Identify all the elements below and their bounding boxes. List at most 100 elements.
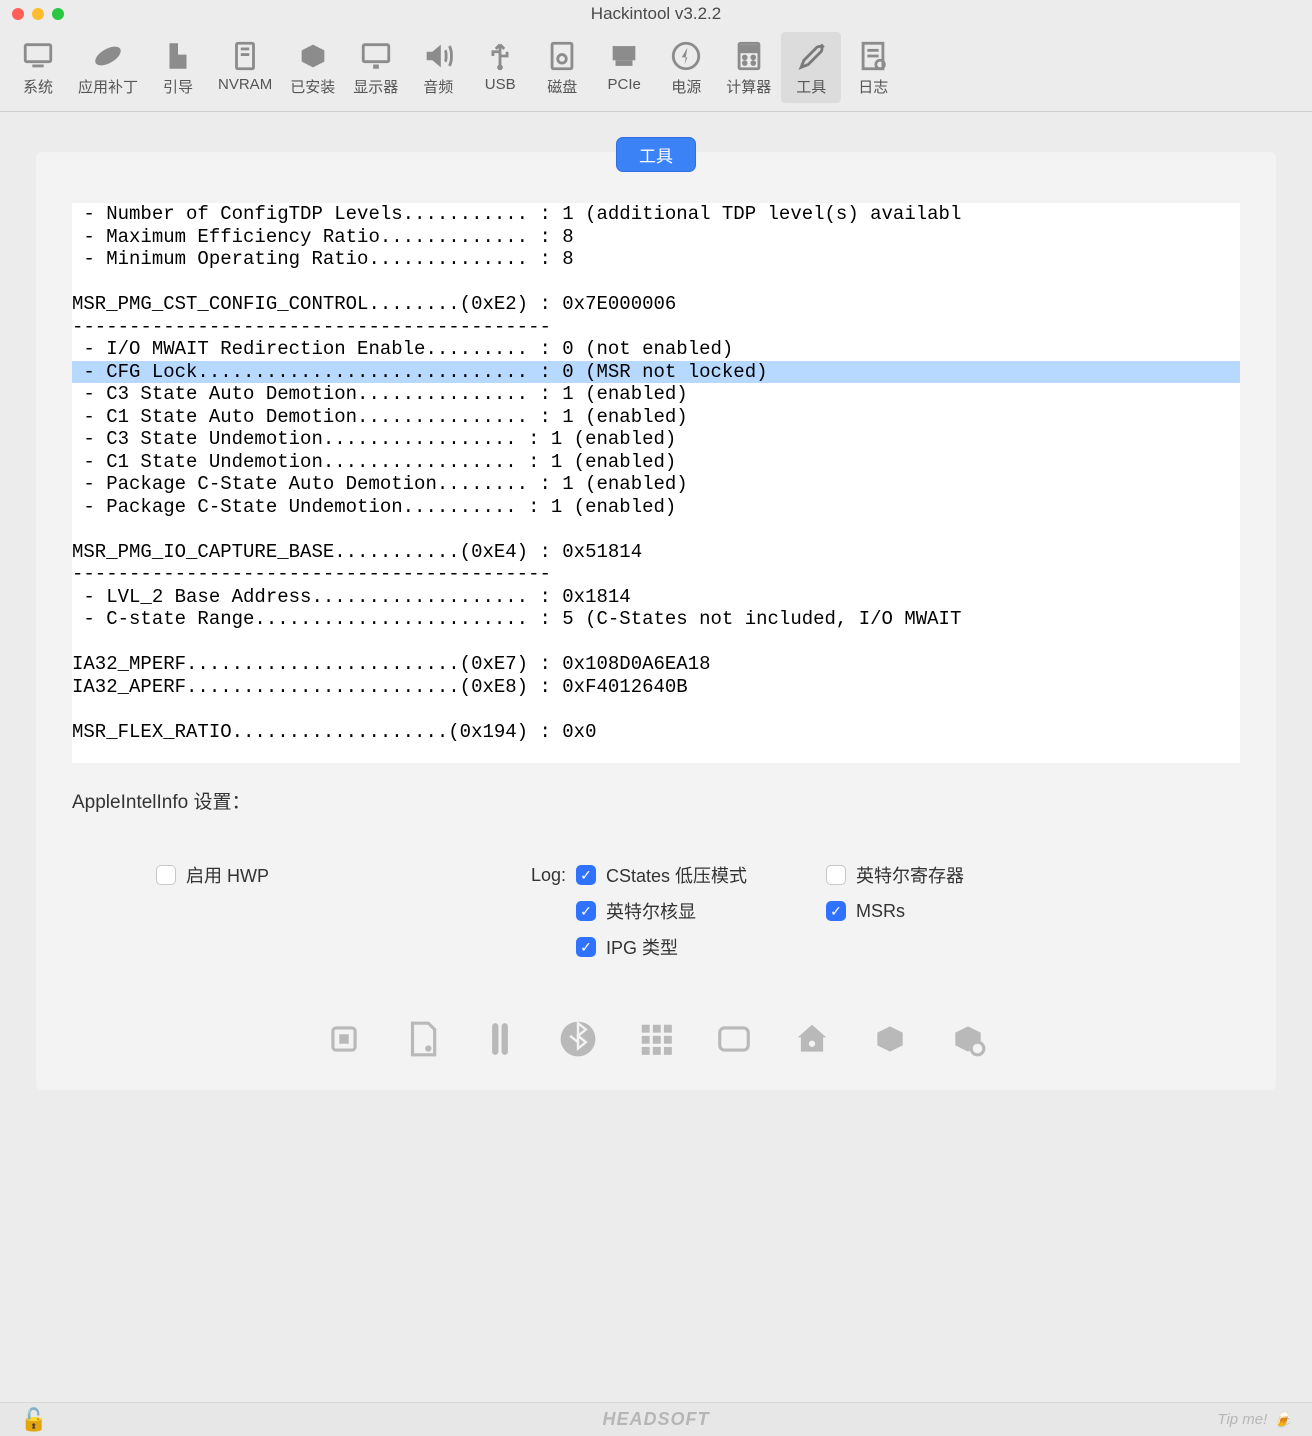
display-icon bbox=[358, 38, 394, 74]
console-line: - C1 State Auto Demotion............... … bbox=[72, 406, 688, 428]
enable-hwp-checkbox[interactable]: 启用 HWP bbox=[156, 862, 456, 888]
sdcard-icon[interactable] bbox=[401, 1018, 443, 1060]
calc-icon bbox=[731, 38, 767, 74]
package-icon[interactable] bbox=[869, 1018, 911, 1060]
console-line: MSR_FLEX_RATIO...................(0x194)… bbox=[72, 721, 597, 743]
minimize-window-button[interactable] bbox=[32, 8, 44, 20]
toolbar-tools[interactable]: 工具 bbox=[781, 32, 841, 103]
fullscreen-window-button[interactable] bbox=[52, 8, 64, 20]
console-line: ----------------------------------------… bbox=[72, 563, 551, 585]
log-label: Log: bbox=[456, 865, 576, 886]
console-line: - C3 State Undemotion................. :… bbox=[72, 428, 676, 450]
cpu-icon[interactable] bbox=[323, 1018, 365, 1060]
toolbar: 系统 应用补丁 引导 NVRAM 已安装显示器 音频 USB 磁盘 PCIe 电源 计算器 工具 日志 bbox=[0, 28, 1312, 112]
nvram-icon bbox=[227, 38, 263, 74]
console-line: - CFG Lock............................. … bbox=[72, 361, 1240, 384]
toolbar-label: USB bbox=[485, 76, 516, 93]
toolbar-label: 显示器 bbox=[353, 76, 398, 97]
toolbar-boot[interactable]: 引导 bbox=[148, 32, 208, 103]
toolbar-label: 日志 bbox=[858, 76, 888, 97]
package-gear-icon[interactable] bbox=[947, 1018, 989, 1060]
lock-icon[interactable]: 🔓 bbox=[20, 1407, 47, 1433]
console-line: - Minimum Operating Ratio.............. … bbox=[72, 248, 574, 270]
toolbar-installed[interactable]: 已安装 bbox=[282, 32, 343, 103]
boot-icon bbox=[160, 38, 196, 74]
tool-icons-row bbox=[36, 1018, 1276, 1060]
console-line: - C-state Range........................ … bbox=[72, 608, 961, 630]
console-line: - C1 State Undemotion................. :… bbox=[72, 451, 676, 473]
intel-regs-label: 英特尔寄存器 bbox=[856, 862, 964, 888]
window-title: Hackintool v3.2.2 bbox=[591, 4, 721, 24]
toolbar-patch[interactable]: 应用补丁 bbox=[70, 32, 146, 103]
tools-panel: 工具 - Number of ConfigTDP Levels.........… bbox=[36, 152, 1276, 1090]
toolbar-display[interactable]: 显示器 bbox=[345, 32, 406, 103]
toolbar-label: 已安装 bbox=[290, 76, 335, 97]
console-line: - LVL_2 Base Address................... … bbox=[72, 586, 631, 608]
console-line: - Package C-State Undemotion.......... :… bbox=[72, 496, 676, 518]
tab-tools[interactable]: 工具 bbox=[617, 138, 695, 171]
keyboard-icon[interactable] bbox=[713, 1018, 755, 1060]
msrs-checkbox[interactable]: ✓ MSRs bbox=[826, 901, 1076, 922]
installed-icon bbox=[295, 38, 331, 74]
beer-icon: 🍺 bbox=[1273, 1411, 1292, 1429]
toolbar-usb[interactable]: USB bbox=[470, 32, 530, 103]
toolbar-label: 引导 bbox=[163, 76, 193, 97]
tip-me-link[interactable]: Tip me! 🍺 bbox=[1217, 1411, 1292, 1429]
toolbar-label: 系统 bbox=[23, 76, 53, 97]
audio-icon bbox=[420, 38, 456, 74]
toolbar-pcie[interactable]: PCIe bbox=[594, 32, 654, 103]
console-line: IA32_MPERF........................(0xE7)… bbox=[72, 653, 711, 675]
toolbar-label: 磁盘 bbox=[547, 76, 577, 97]
intel-igpu-label: 英特尔核显 bbox=[606, 898, 696, 924]
usb-icon bbox=[482, 38, 518, 74]
toolbar-audio[interactable]: 音频 bbox=[408, 32, 468, 103]
titlebar: Hackintool v3.2.2 bbox=[0, 0, 1312, 28]
console-line: - Number of ConfigTDP Levels........... … bbox=[72, 203, 961, 225]
toolbar-label: 音频 bbox=[423, 76, 453, 97]
intel-igpu-checkbox[interactable]: ✓ 英特尔核显 bbox=[576, 898, 826, 924]
toolbar-label: 应用补丁 bbox=[78, 76, 138, 97]
power-icon bbox=[668, 38, 704, 74]
console-line: MSR_PMG_CST_CONFIG_CONTROL........(0xE2)… bbox=[72, 293, 676, 315]
toolbar-system[interactable]: 系统 bbox=[8, 32, 68, 103]
toolbar-calc[interactable]: 计算器 bbox=[718, 32, 779, 103]
toolbar-label: 电源 bbox=[671, 76, 701, 97]
toolbar-nvram[interactable]: NVRAM bbox=[210, 32, 280, 103]
ipg-checkbox[interactable]: ✓ IPG 类型 bbox=[576, 934, 826, 960]
settings-title: AppleIntelInfo 设置： bbox=[72, 787, 1240, 814]
toolbar-label: NVRAM bbox=[218, 76, 272, 93]
intel-regs-checkbox[interactable]: 英特尔寄存器 bbox=[826, 862, 1076, 888]
toolbar-label: 工具 bbox=[796, 76, 826, 97]
console-line: - Package C-State Auto Demotion........ … bbox=[72, 473, 688, 495]
patch-icon bbox=[90, 38, 126, 74]
cstates-checkbox[interactable]: ✓ CStates 低压模式 bbox=[576, 862, 826, 888]
bluetooth-icon[interactable] bbox=[557, 1018, 599, 1060]
system-icon bbox=[20, 38, 56, 74]
toolbar-label: 计算器 bbox=[726, 76, 771, 97]
console-line: - Maximum Efficiency Ratio............. … bbox=[72, 226, 574, 248]
console-line: - C3 State Auto Demotion............... … bbox=[72, 383, 688, 405]
grid-icon[interactable] bbox=[635, 1018, 677, 1060]
toolbar-label: PCIe bbox=[608, 76, 641, 93]
console-line: - I/O MWAIT Redirection Enable......... … bbox=[72, 338, 733, 360]
home-icon[interactable] bbox=[791, 1018, 833, 1060]
close-window-button[interactable] bbox=[12, 8, 24, 20]
msrs-label: MSRs bbox=[856, 901, 905, 922]
console-line: MSR_PMG_IO_CAPTURE_BASE...........(0xE4)… bbox=[72, 541, 642, 563]
console-line: IA32_APERF........................(0xE8)… bbox=[72, 676, 688, 698]
tools-icon bbox=[793, 38, 829, 74]
cables-icon[interactable] bbox=[479, 1018, 521, 1060]
footer: 🔓 HEADSOFT Tip me! 🍺 bbox=[0, 1402, 1312, 1436]
toolbar-disk[interactable]: 磁盘 bbox=[532, 32, 592, 103]
footer-brand: HEADSOFT bbox=[603, 1409, 710, 1430]
ipg-label: IPG 类型 bbox=[606, 934, 678, 960]
enable-hwp-label: 启用 HWP bbox=[186, 862, 269, 888]
pcie-icon bbox=[606, 38, 642, 74]
toolbar-log[interactable]: 日志 bbox=[843, 32, 903, 103]
cstates-label: CStates 低压模式 bbox=[606, 862, 747, 888]
console-output[interactable]: - Number of ConfigTDP Levels........... … bbox=[72, 203, 1240, 763]
toolbar-power[interactable]: 电源 bbox=[656, 32, 716, 103]
console-line: ----------------------------------------… bbox=[72, 316, 551, 338]
log-icon bbox=[855, 38, 891, 74]
disk-icon bbox=[544, 38, 580, 74]
